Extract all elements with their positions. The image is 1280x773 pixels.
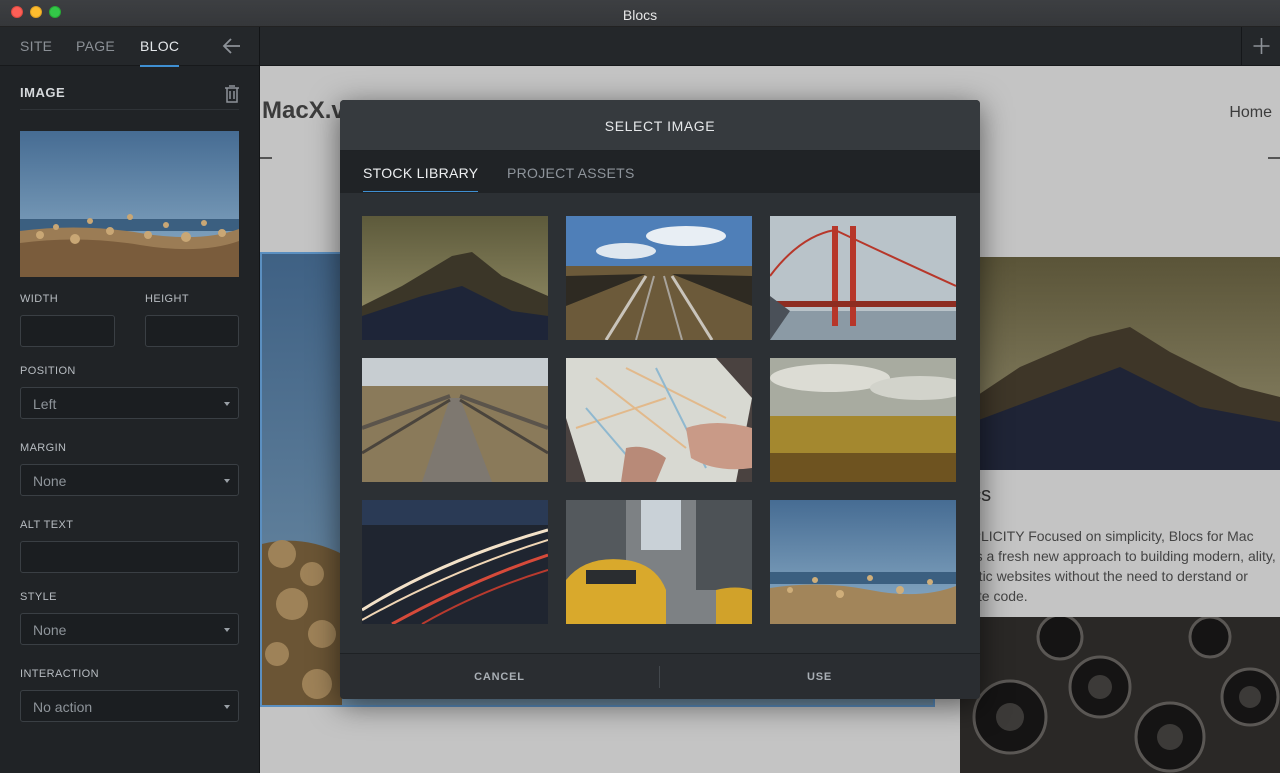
page-body-text: MPLICITY Focused on simplicity, Blocs fo… [960,528,1276,604]
position-select[interactable]: Left [20,387,239,419]
margin-label: MARGIN [20,442,67,454]
style-label: STYLE [20,591,57,603]
cancel-button[interactable]: CANCEL [340,654,659,699]
margin-select[interactable]: None [20,464,239,496]
sidebar-tabs: SITE PAGE BLOC [0,27,259,67]
use-button[interactable]: USE [660,654,979,699]
stock-image-golden-gate-bridge[interactable] [770,216,956,340]
window-title: Blocs [622,7,658,23]
chevron-down-icon [224,628,230,632]
stock-image-map[interactable] [566,358,752,482]
divider [260,157,272,159]
tab-bloc[interactable]: BLOC [140,38,180,67]
style-value: None [33,622,67,638]
interaction-value: No action [33,699,93,715]
chevron-down-icon [224,479,230,483]
width-label: WIDTH [20,293,59,305]
stock-image-railway[interactable] [566,216,752,340]
height-input[interactable] [145,315,239,347]
page-brand: MacX.v [262,97,345,124]
trash-icon[interactable] [223,84,241,104]
height-label: HEIGHT [145,293,189,305]
divider [1268,157,1280,159]
tab-page[interactable]: PAGE [76,38,115,54]
stock-image-light-trails[interactable] [362,500,548,624]
chevron-down-icon [224,705,230,709]
interaction-select[interactable]: No action [20,690,239,722]
position-label: POSITION [20,365,76,377]
tab-stock-library[interactable]: STOCK LIBRARY [363,165,479,192]
select-image-dialog: SELECT IMAGE STOCK LIBRARY PROJECT ASSET… [340,100,980,699]
width-input[interactable] [20,315,115,347]
image-preview[interactable] [20,131,239,277]
margin-value: None [33,473,67,489]
stock-image-boardwalk[interactable] [362,358,548,482]
position-value: Left [33,396,57,412]
tab-project-assets[interactable]: PROJECT ASSETS [507,165,635,181]
chevron-down-icon [224,402,230,406]
dialog-tabs: STOCK LIBRARY PROJECT ASSETS [340,151,980,193]
dialog-footer: CANCEL USE [340,653,980,699]
canvas-toolbar [260,27,1280,66]
sidebar: SITE PAGE BLOC IMAGE WIDTH HEIGHT POSITI… [0,27,260,773]
style-select[interactable]: None [20,613,239,645]
alt-text-input[interactable] [20,541,239,573]
plus-icon [1253,38,1270,54]
back-arrow-icon[interactable] [220,35,244,57]
dialog-title: SELECT IMAGE [604,118,716,134]
stock-image-wheat-field[interactable] [770,358,956,482]
add-bloc-button[interactable] [1241,27,1280,65]
stock-image-mountain[interactable] [362,216,548,340]
dialog-header: SELECT IMAGE [340,100,980,151]
nav-link-home[interactable]: Home [1229,104,1272,122]
page-camera-image [960,617,1280,773]
alt-text-label: ALT TEXT [20,519,74,531]
tab-site[interactable]: SITE [20,38,52,54]
divider [20,109,239,110]
stock-image-coastal-flowers[interactable] [770,500,956,624]
section-title: IMAGE [20,85,66,100]
stock-image-taxi-street[interactable] [566,500,752,624]
page-hero-image [960,257,1280,470]
title-bar: Blocs [0,0,1280,27]
interaction-label: INTERACTION [20,668,99,680]
